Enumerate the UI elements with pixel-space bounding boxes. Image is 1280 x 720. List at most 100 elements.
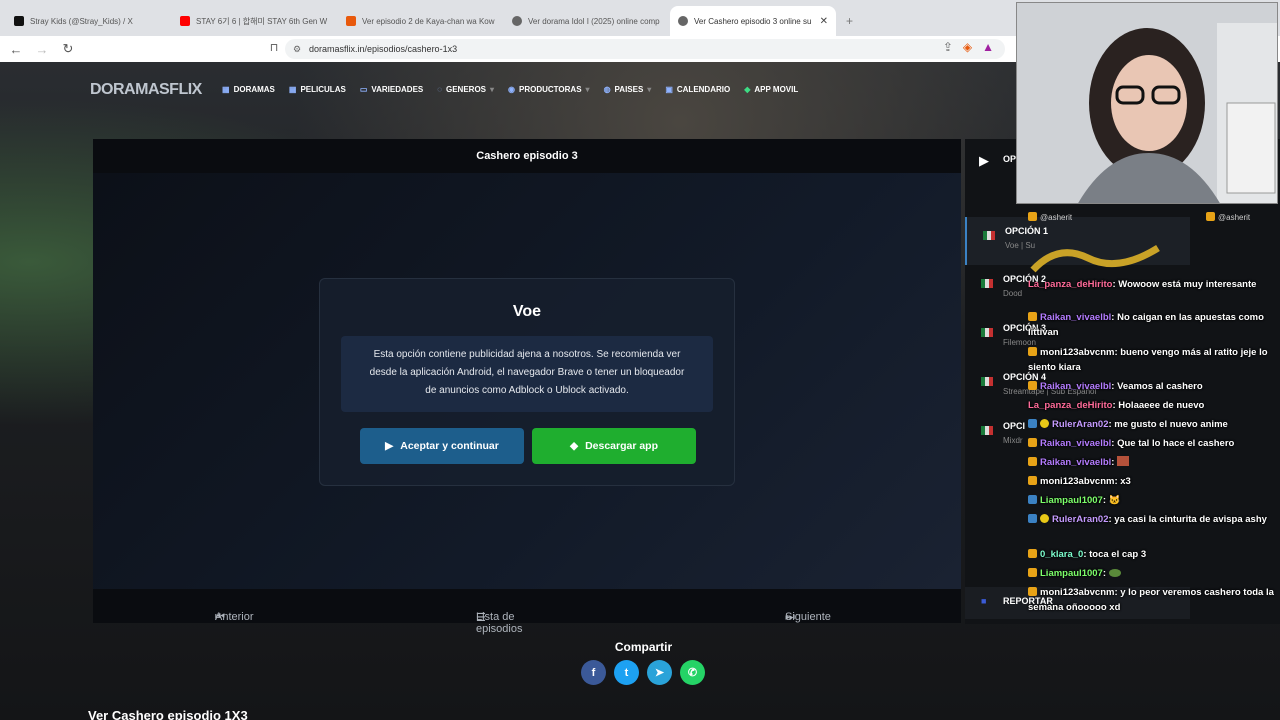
mexico-flag-icon xyxy=(981,328,993,337)
badge-icon xyxy=(1028,514,1037,523)
emote-icon xyxy=(1117,456,1130,466)
chat-username: moni123abvcnm xyxy=(1040,476,1115,487)
globe-icon xyxy=(512,16,522,26)
chat-message: moni123abvcnm: x3 xyxy=(1028,474,1276,489)
menu-label: GENEROS xyxy=(446,85,487,94)
accept-continue-button[interactable]: ▶ Aceptar y continuar xyxy=(360,428,524,464)
option-subtitle: Dood xyxy=(1003,289,1023,298)
tab-title: Ver dorama Idol I (2025) online comp xyxy=(528,16,660,26)
chat-username: Raikan_vivaelbl xyxy=(1040,438,1112,449)
chat-message: 0_klara_0: toca el cap 3 xyxy=(1028,547,1276,562)
mexico-flag-icon xyxy=(981,279,993,288)
flag-report-icon: ■ xyxy=(981,596,987,606)
menu-item-paises[interactable]: ◍ PAISES ▾ xyxy=(604,85,652,94)
twitter-icon[interactable]: t xyxy=(614,660,639,685)
address-bar[interactable]: ⚙ doramasflix.in/episodios/cashero-1x3 xyxy=(285,39,1005,59)
streamer-webcam-image xyxy=(1017,3,1277,203)
globe-icon: ◍ xyxy=(603,85,611,94)
chat-text: : xyxy=(1102,495,1107,506)
player-area: Voe Esta opción contiene publicidad ajen… xyxy=(93,173,961,589)
browser-tab[interactable]: STAY 6기 6 | 합해미 STAY 6th Gen W xyxy=(172,6,338,36)
skip-forward-icon: ⏭ xyxy=(785,611,795,623)
chat-username: 0_klara_0 xyxy=(1040,549,1084,560)
bookmark-icon[interactable]: ⊓ xyxy=(264,41,284,54)
ad-notice: Esta opción contiene publicidad ajena a … xyxy=(341,336,713,412)
brave-shield-icon[interactable]: ◈ xyxy=(963,40,972,54)
chat-message: Liampaul1007: xyxy=(1028,566,1276,581)
video-player: Cashero episodio 3 Voe Esta opción conti… xyxy=(93,139,961,635)
chat-text: : x3 xyxy=(1114,476,1131,487)
menu-item-doramas[interactable]: ▦ DORAMAS xyxy=(222,85,275,94)
back-icon[interactable]: ← xyxy=(6,42,26,57)
productoras-icon: ◉ xyxy=(508,85,516,94)
download-app-button[interactable]: ◆ Descargar app xyxy=(532,428,696,464)
chevron-down-icon: ▾ xyxy=(585,85,590,94)
tv-icon: ▭ xyxy=(359,85,368,94)
chat-username: moni123abvcnm xyxy=(1040,347,1115,358)
menu-item-generos[interactable]: ◌ GENEROS ▾ xyxy=(437,85,494,94)
chat-message: RulerAran02: ya casi la cinturita de avi… xyxy=(1028,512,1276,527)
handle-text: @asherit xyxy=(1040,213,1073,222)
facebook-icon[interactable]: f xyxy=(581,660,606,685)
url-text: doramasflix.in/episodios/cashero-1x3 xyxy=(309,44,458,54)
chat-username: Liampaul1007 xyxy=(1040,495,1103,506)
chat-text: : Holaaeee de nuevo xyxy=(1112,400,1205,411)
site-logo[interactable]: DORAMASFLIX xyxy=(90,81,202,99)
generos-icon: ◌ xyxy=(437,85,442,94)
menu-item-calendario[interactable]: ▣ CALENDARIO xyxy=(665,85,730,94)
badge-icon xyxy=(1028,312,1037,321)
chat-message: La_panza_deHirito: Wowoow está muy inter… xyxy=(1028,277,1276,292)
badge-icon xyxy=(1028,587,1037,596)
android-icon: ◆ xyxy=(569,440,579,452)
share-page-icon[interactable]: ⇪ xyxy=(943,40,953,54)
menu-item-variedades[interactable]: ▭ VARIEDADES xyxy=(360,85,423,94)
chevron-down-icon: ▾ xyxy=(647,85,652,94)
badge-icon xyxy=(1028,347,1037,356)
menu-label: DORAMAS xyxy=(233,85,275,94)
new-tab-button[interactable]: + xyxy=(836,6,863,36)
browser-tab-active[interactable]: Ver Cashero episodio 3 online su ✕ xyxy=(670,6,836,36)
player-title: Cashero episodio 3 xyxy=(93,139,961,173)
notice-line: de anuncios como Adblock o Ublock activa… xyxy=(425,385,629,396)
badge-icon xyxy=(1028,212,1037,221)
chat-username: RulerAran02 xyxy=(1052,419,1109,430)
share-title: Compartir xyxy=(614,640,673,654)
chat-text: : me gusto el nuevo anime xyxy=(1108,419,1228,430)
badge-icon xyxy=(1040,419,1049,428)
whatsapp-icon[interactable]: ✆ xyxy=(680,660,705,685)
menu-item-productoras[interactable]: ◉ PRODUCTORAS ▾ xyxy=(508,85,590,94)
chat-text: : Que tal lo hace el cashero xyxy=(1111,438,1235,449)
telegram-icon[interactable]: ➤ xyxy=(647,660,672,685)
browser-tab[interactable]: Ver dorama Idol I (2025) online comp xyxy=(504,6,670,36)
menu-label: CALENDARIO xyxy=(676,85,731,94)
chat-message: La_panza_deHirito: Holaaeee de nuevo xyxy=(1028,398,1276,413)
menu-label: APP MOVIL xyxy=(754,85,799,94)
peliculas-icon: ▦ xyxy=(288,85,297,94)
chat-message: moni123abvcnm: y lo peor veremos cashero… xyxy=(1028,585,1276,615)
doramas-icon: ▦ xyxy=(222,85,230,94)
chat-username: Liampaul1007 xyxy=(1040,568,1103,579)
chat-username: Raikan_vivaelbl xyxy=(1040,381,1112,392)
chat-message: RulerAran02: me gusto el nuevo anime xyxy=(1028,417,1276,432)
badge-icon xyxy=(1028,476,1037,485)
browser-tab[interactable]: Ver episodio 2 de Kaya-chan wa Kow xyxy=(338,6,504,36)
x-logo-icon xyxy=(14,16,24,26)
chat-username: La_panza_deHirito xyxy=(1028,279,1113,290)
android-icon: ◆ xyxy=(744,85,751,94)
badge-icon xyxy=(1028,457,1037,466)
tab-title: Ver Cashero episodio 3 online su xyxy=(694,16,812,26)
ad-warning-dialog: Voe Esta opción contiene publicidad ajen… xyxy=(319,278,735,486)
forward-icon[interactable]: → xyxy=(32,42,52,57)
browser-tab[interactable]: Stray Kids (@Stray_Kids) / X xyxy=(6,6,172,36)
tab-title: Stray Kids (@Stray_Kids) / X xyxy=(30,16,133,26)
chat-message: Liampaul1007: 🐱 xyxy=(1028,493,1276,508)
badge-icon xyxy=(1028,438,1037,447)
badge-icon xyxy=(1028,568,1037,577)
site-info-icon[interactable]: ⚙ xyxy=(293,39,301,59)
brave-rewards-icon[interactable]: ▲ xyxy=(982,40,994,54)
reload-icon[interactable]: ↻ xyxy=(58,41,78,57)
menu-item-app-movil[interactable]: ◆ APP MOVIL xyxy=(744,85,798,94)
close-tab-icon[interactable]: ✕ xyxy=(820,16,828,27)
menu-item-peliculas[interactable]: ▦ PELICULAS xyxy=(289,85,346,94)
share-buttons: f t ➤ ✆ xyxy=(581,660,705,685)
